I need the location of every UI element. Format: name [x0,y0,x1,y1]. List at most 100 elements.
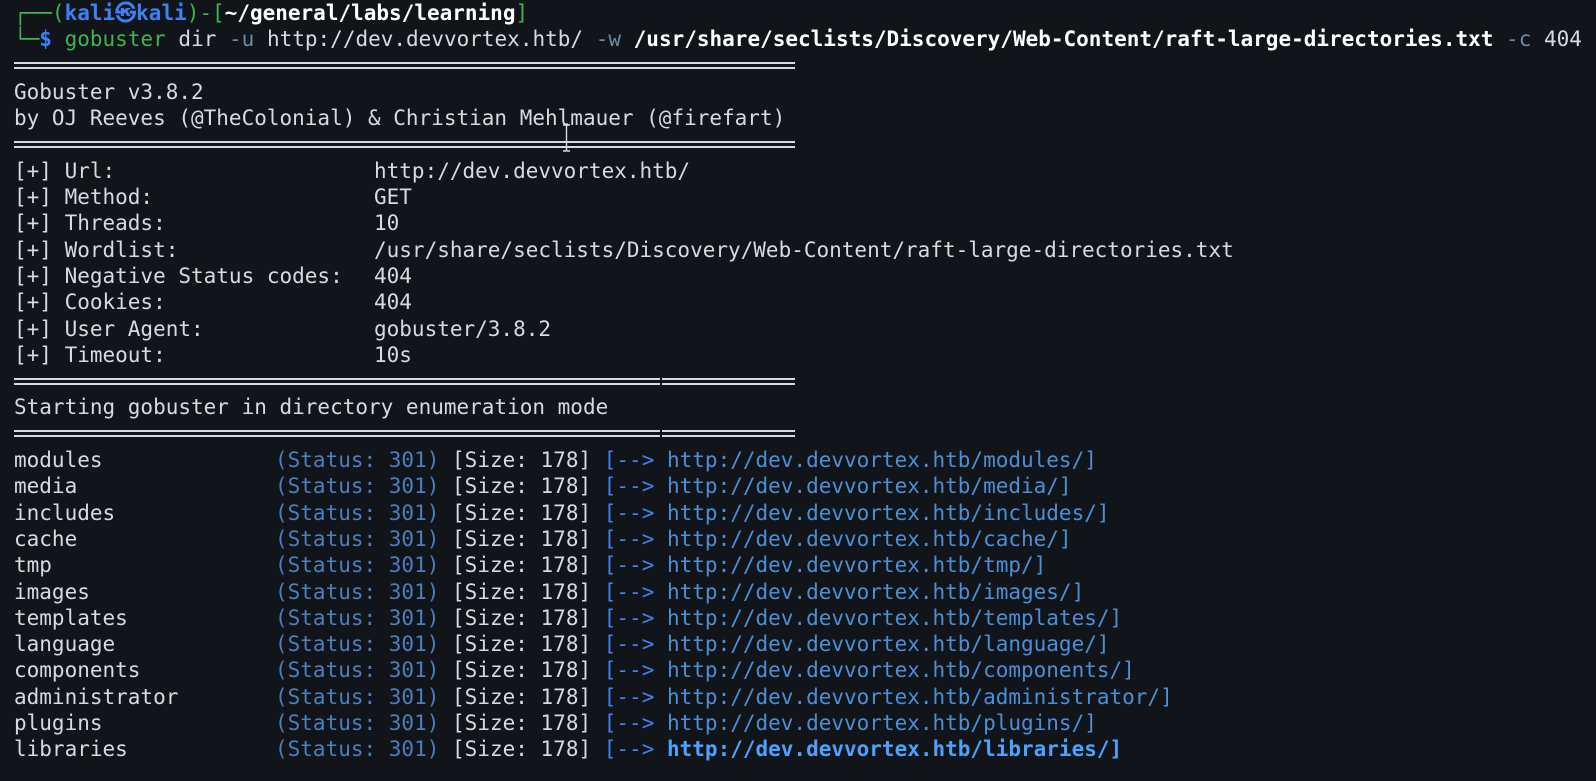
config-key: [+] Cookies: [14,290,166,315]
result-row: media (Status: 301) [Size: 178] [--> http… [14,473,1596,499]
result-arrow: [--> [603,605,655,630]
result-url[interactable]: http://dev.devvortex.htb/includes/] [667,501,1110,525]
results-list: modules (Status: 301) [Size: 178] [--> ht… [14,447,1596,763]
command-code: 404 [1544,27,1582,52]
config-list: [+] Url: http://dev.devvortex.htb/ [+] Me… [14,158,1596,368]
result-arrow: [--> [603,711,655,736]
config-key: [+] Method: [14,185,154,210]
result-size: [Size: 178] [452,605,592,630]
result-url[interactable]: http://dev.devvortex.htb/language/] [667,632,1110,656]
result-size: [Size: 178] [452,711,592,736]
config-key: [+] Url: [14,158,116,183]
result-status: (Status: 301) [275,553,440,578]
config-value: gobuster/3.8.2 [374,316,552,341]
config-value: 10s [374,342,412,367]
config-value: http://dev.devvortex.htb/ [374,158,691,183]
divider [14,421,1596,447]
result-path: components [14,658,141,683]
divider [14,53,1596,79]
prompt-corner-bottom: └─ [14,27,40,52]
result-size: [Size: 178] [452,553,592,578]
result-row: cache (Status: 301) [Size: 178] [--> http… [14,526,1596,552]
result-url[interactable]: http://dev.devvortex.htb/components/] [667,658,1135,682]
prompt-end: ] [515,1,529,25]
config-value: 404 [374,290,412,315]
config-key: [+] User Agent: [14,316,204,341]
config-row: [+] Method: GET [14,184,1596,210]
result-arrow: [--> [603,553,655,578]
result-arrow: [--> [603,737,655,762]
result-size: [Size: 178] [452,500,592,525]
config-value: /usr/share/seclists/Discovery/Web-Conten… [374,237,1234,262]
prompt-path: ~/general/labs/learning [224,1,516,25]
result-row: templates (Status: 301) [Size: 178] [--> … [14,605,1596,631]
result-arrow: [--> [603,658,655,683]
config-key: [+] Threads: [14,211,166,236]
result-row: administrator (Status: 301) [Size: 178] [… [14,684,1596,710]
result-url[interactable]: http://dev.devvortex.htb/media/] [667,474,1072,498]
result-url[interactable]: http://dev.devvortex.htb/administrator/] [667,685,1173,709]
result-row: tmp (Status: 301) [Size: 178] [--> http:/… [14,552,1596,578]
result-url[interactable]: http://dev.devvortex.htb/images/] [667,580,1084,604]
config-value: GET [374,185,412,210]
result-url[interactable]: http://dev.devvortex.htb/plugins/] [667,711,1097,735]
result-row: includes (Status: 301) [Size: 178] [--> h… [14,500,1596,526]
result-path: language [14,632,116,657]
terminal-window[interactable]: ┌──(kali㉿kali)-[~/general/labs/learning]… [0,0,1596,781]
result-arrow: [--> [603,448,655,473]
result-url[interactable]: http://dev.devvortex.htb/templates/] [667,606,1122,630]
result-arrow: [--> [603,684,655,709]
result-size: [Size: 178] [452,632,592,657]
result-status: (Status: 301) [275,632,440,657]
result-status: (Status: 301) [275,526,440,551]
prompt-corner-top: ┌──( [14,1,65,25]
result-size: [Size: 178] [452,658,592,683]
result-status: (Status: 301) [275,737,440,762]
result-status: (Status: 301) [275,448,440,473]
prompt-user: kali [64,1,116,25]
command-wordlist: /usr/share/seclists/Discovery/Web-Conten… [633,27,1494,52]
prompt-line: ┌──(kali㉿kali)-[~/general/labs/learning] [14,0,1596,26]
config-key: [+] Negative Status codes: [14,263,343,288]
divider [14,368,1596,394]
banner-authors: by OJ Reeves (@TheColonial) & Christian … [14,106,786,131]
result-path: modules [14,448,103,473]
result-status: (Status: 301) [275,711,440,736]
result-path: templates [14,605,128,630]
result-url[interactable]: http://dev.devvortex.htb/libraries/] [667,737,1122,761]
config-key: [+] Wordlist: [14,237,179,262]
config-value: 10 [374,211,400,236]
result-path: media [14,474,78,499]
config-row: [+] Negative Status codes: 404 [14,263,1596,289]
result-url[interactable]: http://dev.devvortex.htb/cache/] [667,527,1072,551]
start-message: Starting gobuster in directory enumerati… [14,395,609,420]
result-row: libraries (Status: 301) [Size: 178] [--> … [14,736,1596,762]
config-key: [+] Timeout: [14,342,166,367]
result-path: tmp [14,553,52,578]
config-row: [+] Url: http://dev.devvortex.htb/ [14,158,1596,184]
result-arrow: [--> [603,500,655,525]
result-url[interactable]: http://dev.devvortex.htb/tmp/] [667,553,1046,577]
command-binary: gobuster [64,27,166,52]
result-row: modules (Status: 301) [Size: 178] [--> ht… [14,447,1596,473]
prompt-at-icon: ㉿ [115,1,137,25]
result-arrow: [--> [603,474,655,499]
command-url: http://dev.devvortex.htb/ [266,27,584,52]
result-path: includes [14,500,116,525]
divider [14,131,1596,157]
result-url[interactable]: http://dev.devvortex.htb/modules/] [667,448,1097,472]
result-path: plugins [14,711,103,736]
result-status: (Status: 301) [275,684,440,709]
result-arrow: [--> [603,579,655,604]
command-url-flag: -u [229,27,255,52]
result-path: libraries [14,737,128,762]
config-row: [+] User Agent: gobuster/3.8.2 [14,316,1596,342]
command-wordlist-flag: -w [595,27,621,52]
result-row: language (Status: 301) [Size: 178] [--> h… [14,631,1596,657]
config-value: 404 [374,263,412,288]
prompt-host: kali [136,1,187,25]
result-arrow: [--> [603,526,655,551]
config-row: [+] Timeout: 10s [14,342,1596,368]
result-path: cache [14,526,78,551]
result-size: [Size: 178] [452,737,592,762]
